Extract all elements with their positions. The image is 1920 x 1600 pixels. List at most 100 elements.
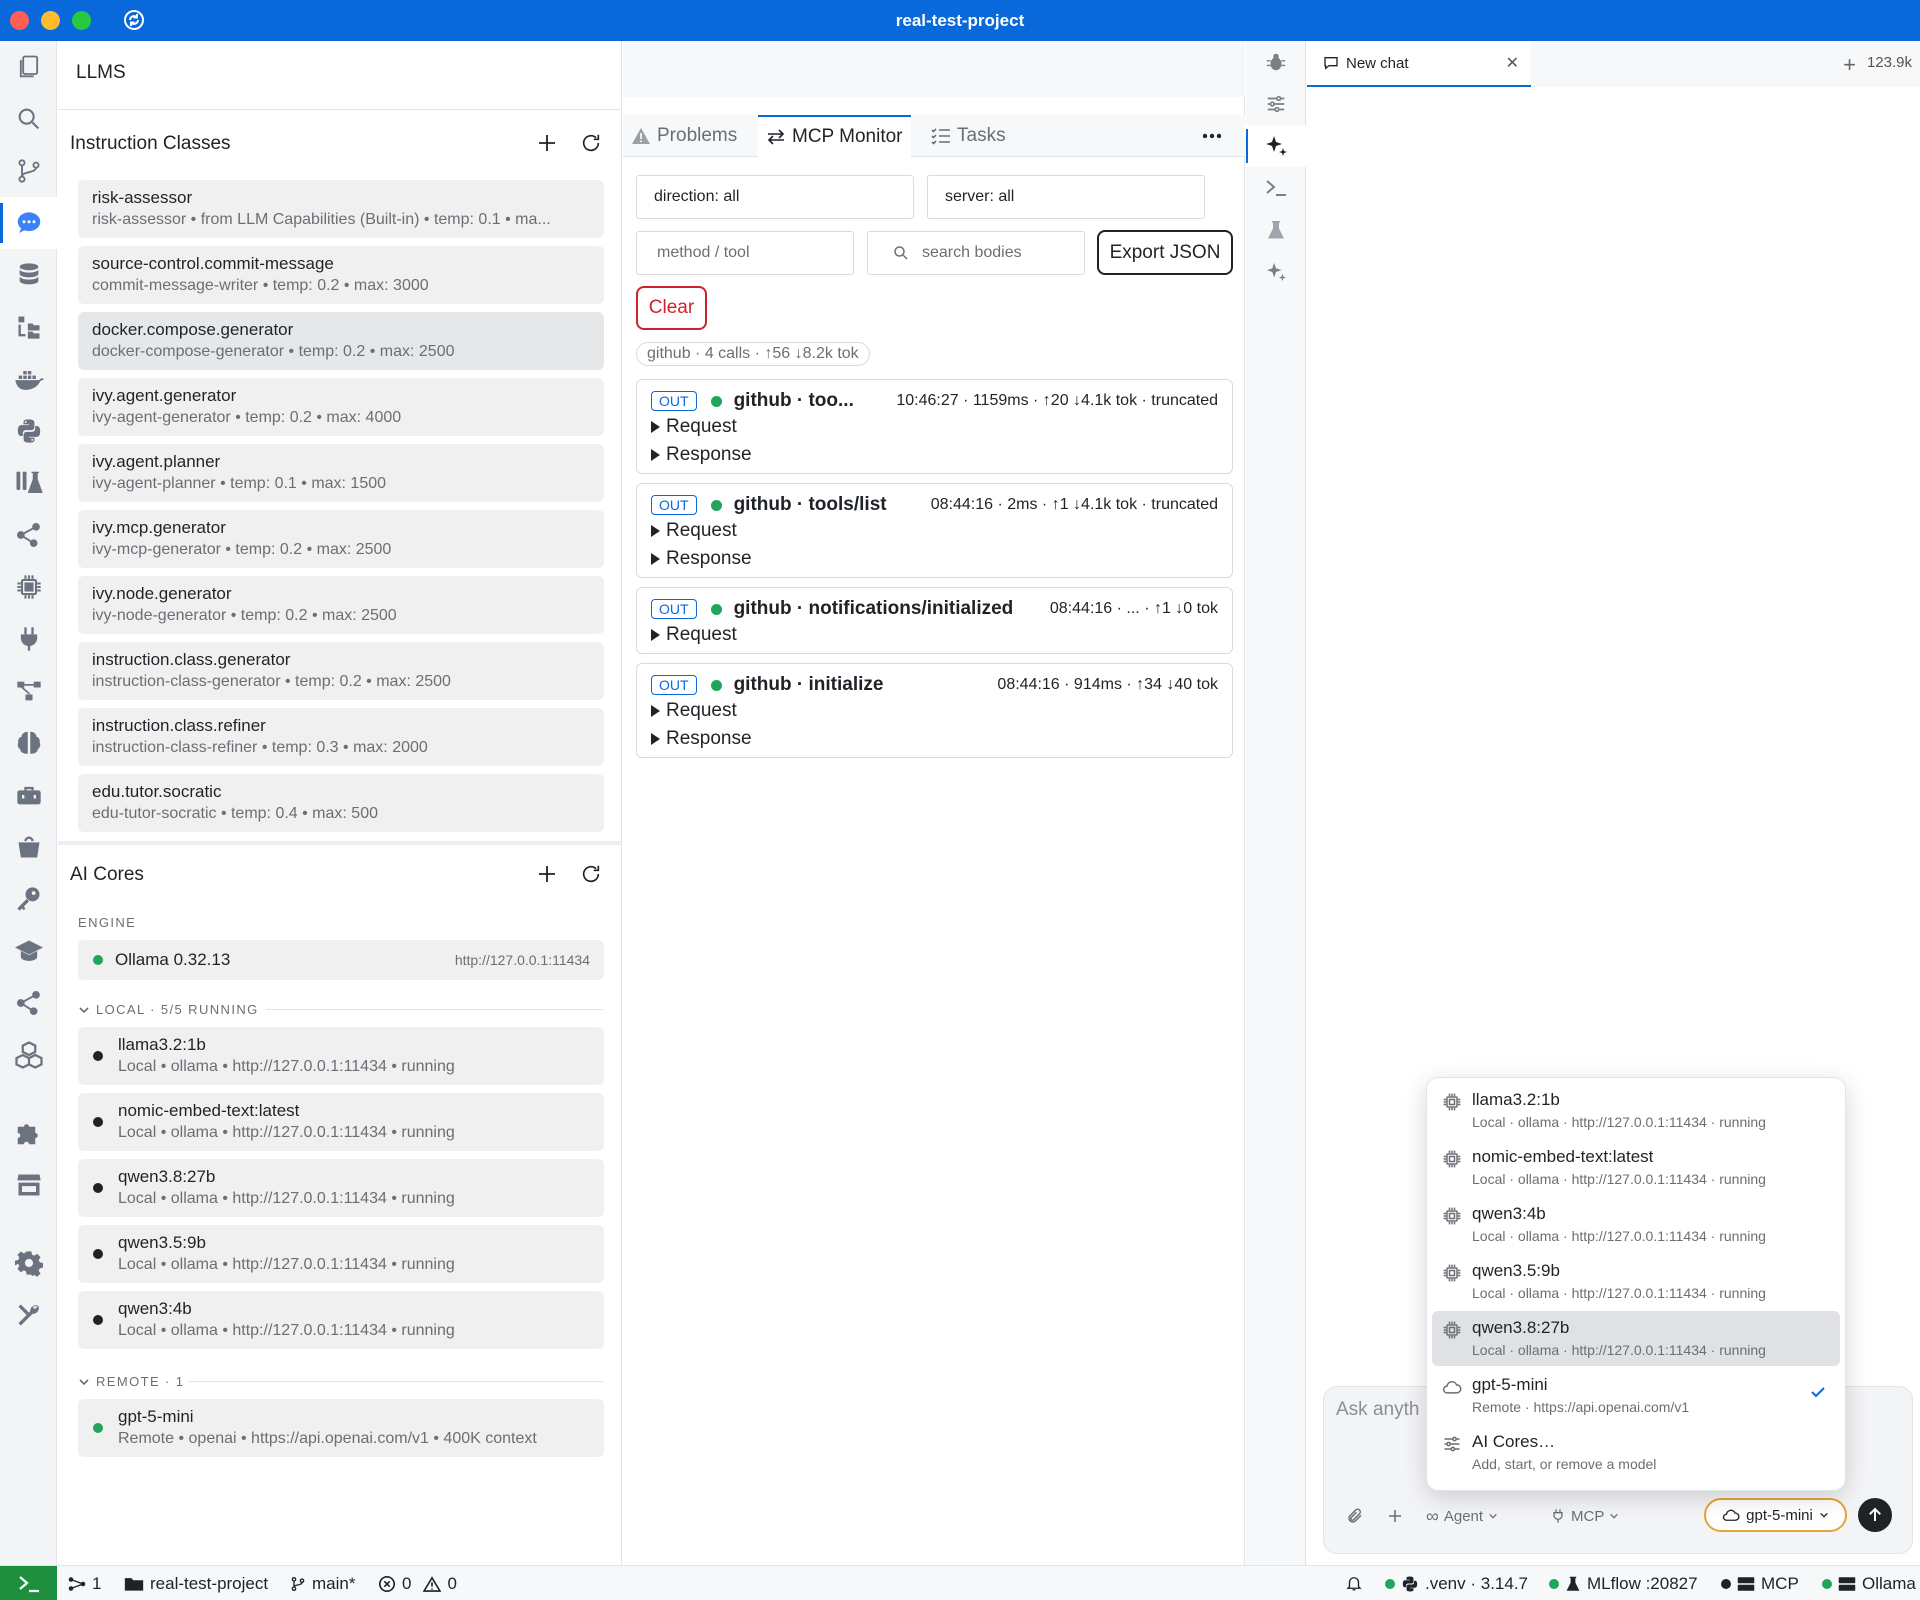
model-option[interactable]: qwen3.5:9b Local · ollama · http://127.0… xyxy=(1432,1254,1840,1309)
local-group-toggle[interactable]: LOCAL · 5/5 RUNNING xyxy=(78,1002,259,1017)
instruction-class-item[interactable]: source-control.commit-message commit-mess… xyxy=(78,246,604,304)
bucket-icon[interactable] xyxy=(0,821,57,873)
docker-icon[interactable] xyxy=(0,353,57,405)
instruction-class-item[interactable]: ivy.mcp.generator ivy-mcp-generator • tem… xyxy=(78,510,604,568)
puzzle-icon[interactable] xyxy=(0,1107,57,1159)
add-instruction-class-button[interactable] xyxy=(533,129,561,157)
tab-mcp-monitor[interactable]: MCP Monitor xyxy=(758,115,911,157)
terminal-icon[interactable] xyxy=(0,1566,57,1600)
local-model-item[interactable]: nomic-embed-text:latest Local • ollama • … xyxy=(78,1093,604,1151)
option-name: AI Cores… xyxy=(1472,1432,1556,1451)
branch-status[interactable]: main* xyxy=(290,1574,355,1594)
instruction-class-item[interactable]: edu.tutor.socratic edu-tutor-socratic • t… xyxy=(78,774,604,832)
send-button[interactable] xyxy=(1858,1498,1892,1532)
request-toggle[interactable]: Request xyxy=(651,416,737,438)
sparkle-icon[interactable] xyxy=(1246,125,1306,167)
model-option-highlighted[interactable]: qwen3.8:27b Local · ollama · http://127.… xyxy=(1432,1311,1840,1366)
toolbox-icon[interactable] xyxy=(0,769,57,821)
settings-icon[interactable] xyxy=(0,1237,57,1289)
engine-card[interactable]: Ollama 0.32.13 http://127.0.0.1:11434 xyxy=(78,940,604,980)
instruction-class-item[interactable]: ivy.agent.generator ivy-agent-generator •… xyxy=(78,378,604,436)
request-toggle[interactable]: Request xyxy=(651,520,737,542)
close-icon[interactable]: ✕ xyxy=(1506,53,1519,73)
instruction-class-item[interactable]: instruction.class.generator instruction-c… xyxy=(78,642,604,700)
database-icon[interactable] xyxy=(0,249,57,301)
method-tool-input[interactable]: method / tool xyxy=(636,231,854,275)
local-model-item[interactable]: llama3.2:1b Local • ollama • http://127.0… xyxy=(78,1027,604,1085)
clear-button[interactable]: Clear xyxy=(636,286,707,330)
ollama-status[interactable]: Ollama xyxy=(1822,1574,1916,1594)
python-icon[interactable] xyxy=(0,405,57,457)
project-status[interactable]: real-test-project xyxy=(124,1574,268,1594)
model-option-selected[interactable]: gpt-5-mini Remote · https://api.openai.c… xyxy=(1432,1368,1840,1423)
tab-problems[interactable]: Problems xyxy=(623,115,745,157)
store-icon[interactable] xyxy=(0,1159,57,1211)
model-option[interactable]: qwen3:4b Local · ollama · http://127.0.0… xyxy=(1432,1197,1840,1252)
add-context-button[interactable] xyxy=(1386,1499,1404,1533)
add-ai-core-button[interactable] xyxy=(533,860,561,888)
bell-icon[interactable] xyxy=(1345,1574,1363,1592)
model-option[interactable]: llama3.2:1b Local · ollama · http://127.… xyxy=(1432,1083,1840,1138)
python-env-status[interactable]: .venv · 3.14.7 xyxy=(1385,1574,1528,1594)
share-icon[interactable] xyxy=(0,977,57,1029)
terminal-icon[interactable] xyxy=(1246,167,1306,209)
instruction-class-item[interactable]: ivy.node.generator ivy-node-generator • t… xyxy=(78,576,604,634)
ai-cores-menu-option[interactable]: AI Cores… Add, start, or remove a model xyxy=(1432,1425,1840,1480)
tab-tasks[interactable]: Tasks xyxy=(923,115,1014,157)
mcp-button[interactable]: MCP xyxy=(1550,1499,1619,1533)
beaker-icon[interactable] xyxy=(1246,209,1306,251)
model-option[interactable]: nomic-embed-text:latest Local · ollama ·… xyxy=(1432,1140,1840,1195)
bug-icon[interactable] xyxy=(1246,41,1306,83)
instruction-class-item[interactable]: docker.compose.generator docker-compose-g… xyxy=(78,312,604,370)
ports-status[interactable]: 1 xyxy=(68,1574,101,1594)
instruction-class-item[interactable]: ivy.agent.planner ivy-agent-planner • tem… xyxy=(78,444,604,502)
brain-icon[interactable] xyxy=(0,717,57,769)
plug-icon[interactable] xyxy=(0,613,57,665)
mlflow-status[interactable]: MLflow :20827 xyxy=(1549,1574,1698,1594)
local-model-item[interactable]: qwen3.8:27b Local • ollama • http://127.0… xyxy=(78,1159,604,1217)
request-toggle[interactable]: Request xyxy=(651,624,737,646)
search-bodies-input[interactable]: search bodies xyxy=(867,231,1085,275)
remote-group-toggle[interactable]: REMOTE · 1 xyxy=(78,1374,184,1389)
model-selector[interactable]: gpt-5-mini xyxy=(1704,1498,1847,1532)
response-toggle[interactable]: Response xyxy=(651,444,752,466)
wrench-icon[interactable] xyxy=(0,1289,57,1341)
remote-model-item[interactable]: gpt-5-mini Remote • openai • https://api.… xyxy=(78,1399,604,1457)
chat-icon[interactable] xyxy=(0,197,57,249)
export-json-button[interactable]: Export JSON xyxy=(1097,230,1233,275)
more-icon[interactable] xyxy=(1201,127,1223,150)
local-model-item[interactable]: qwen3.5:9b Local • ollama • http://127.0.… xyxy=(78,1225,604,1283)
agent-mode-button[interactable]: ∞ Agent xyxy=(1426,1499,1498,1533)
folders-icon[interactable] xyxy=(0,301,57,353)
local-model-item[interactable]: qwen3:4b Local • ollama • http://127.0.0.… xyxy=(78,1291,604,1349)
instruction-class-item[interactable]: instruction.class.refiner instruction-cla… xyxy=(78,708,604,766)
refresh-instruction-classes-button[interactable] xyxy=(577,129,605,157)
response-toggle[interactable]: Response xyxy=(651,728,752,750)
problems-status[interactable]: 00 xyxy=(378,1574,457,1594)
flask-icon[interactable] xyxy=(0,457,57,509)
source-control-icon[interactable] xyxy=(0,145,57,197)
title-bar: real-test-project xyxy=(0,0,1920,41)
chat-tab-new-chat[interactable]: New chat ✕ xyxy=(1307,41,1531,87)
request-toggle[interactable]: Request xyxy=(651,700,737,722)
mcp-status[interactable]: MCP xyxy=(1721,1574,1799,1594)
direction-filter[interactable]: direction: all xyxy=(636,175,914,219)
files-icon[interactable] xyxy=(0,41,57,93)
sliders-icon[interactable] xyxy=(1246,83,1306,125)
graph-icon[interactable] xyxy=(0,509,57,561)
refresh-ai-cores-button[interactable] xyxy=(577,860,605,888)
graduation-cap-icon[interactable] xyxy=(0,925,57,977)
cpu-icon[interactable] xyxy=(0,561,57,613)
workflow-icon[interactable] xyxy=(0,665,57,717)
sparkle-small-icon[interactable] xyxy=(1246,251,1306,293)
key-icon[interactable] xyxy=(0,873,57,925)
instruction-class-item[interactable]: risk-assessor risk-assessor • from LLM Ca… xyxy=(78,180,604,238)
model-detail: Local • ollama • http://127.0.0.1:11434 … xyxy=(118,1256,455,1273)
attach-button[interactable] xyxy=(1346,1499,1364,1533)
cubes-icon[interactable] xyxy=(0,1029,57,1081)
server-filter[interactable]: server: all xyxy=(927,175,1205,219)
response-toggle[interactable]: Response xyxy=(651,548,752,570)
paperclip-icon xyxy=(1348,1508,1362,1523)
search-icon[interactable] xyxy=(0,93,57,145)
new-chat-button[interactable]: + xyxy=(1843,52,1856,78)
